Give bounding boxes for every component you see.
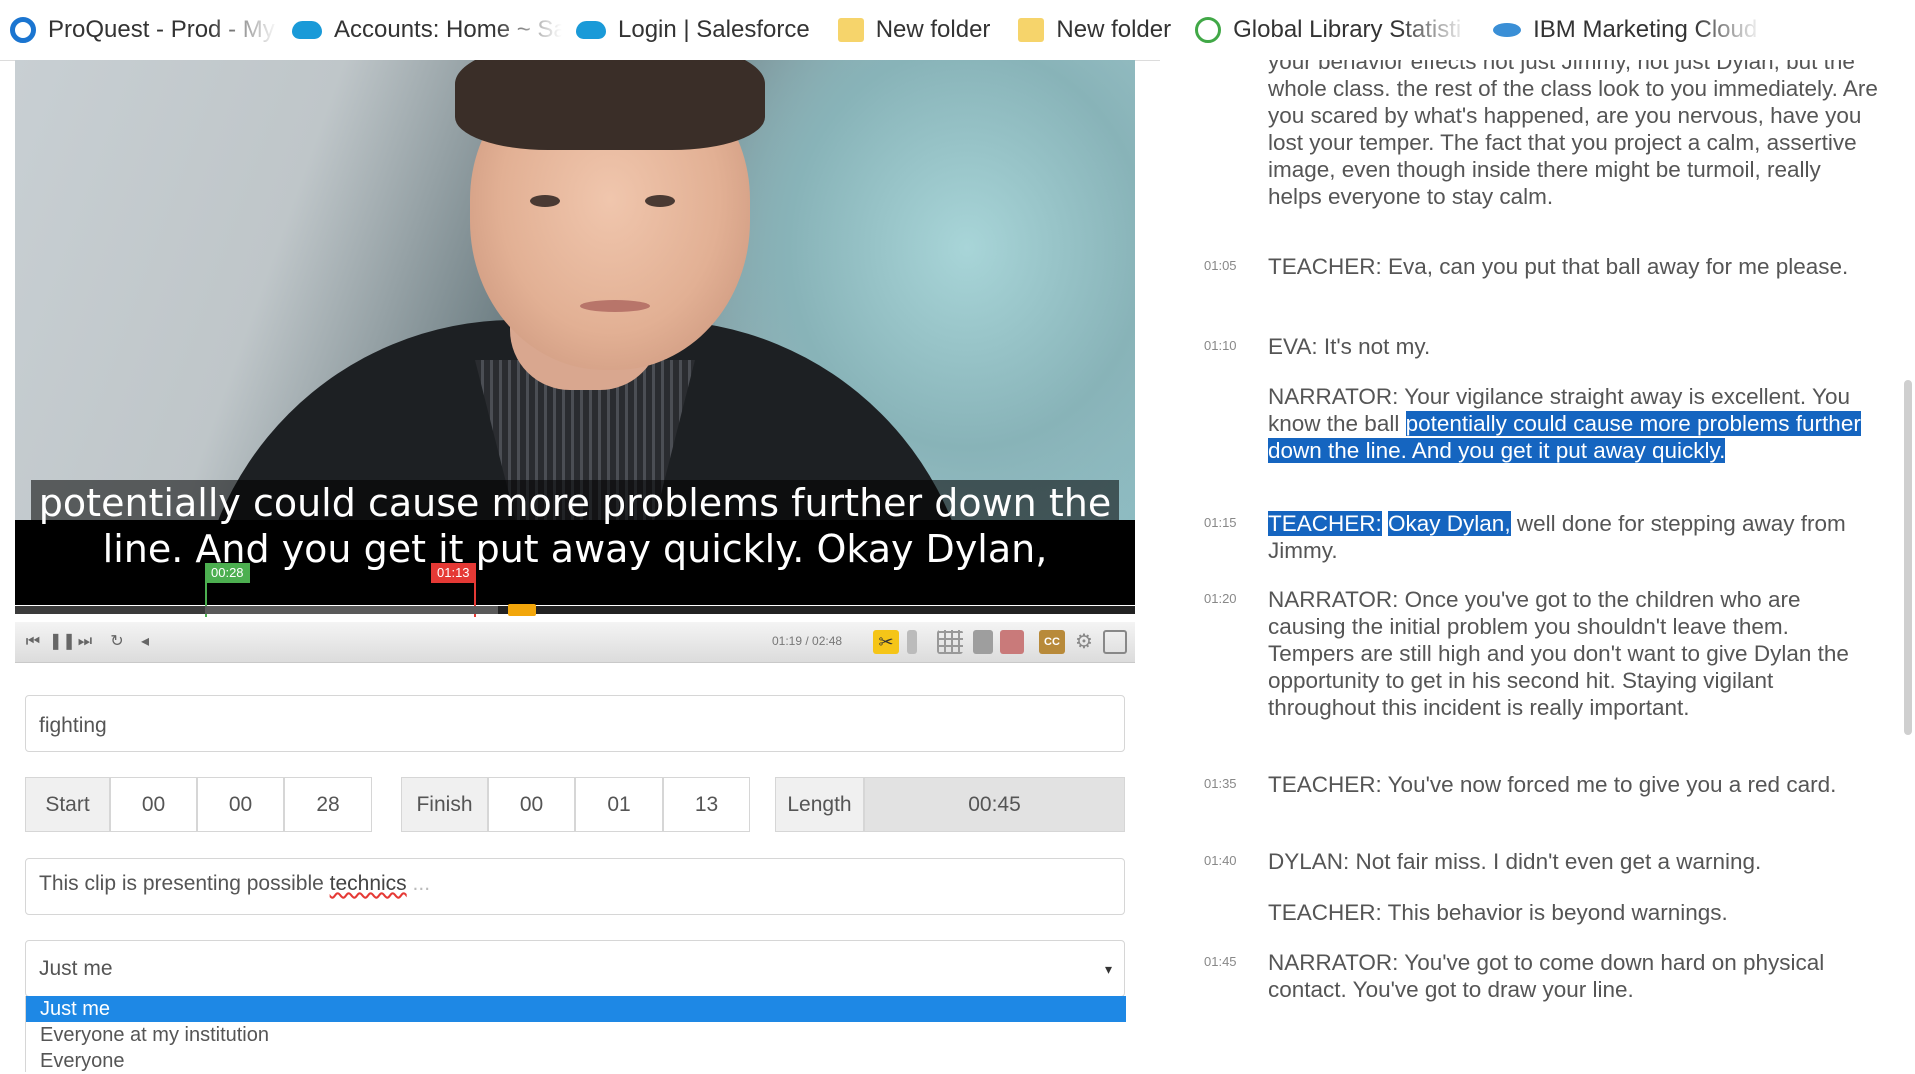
subtitle-line-1: potentially could cause more problems fu… bbox=[30, 480, 1120, 526]
bookmark-new-folder-2[interactable]: New folder bbox=[1004, 0, 1185, 60]
fullscreen-icon[interactable] bbox=[1103, 630, 1127, 654]
grid-view-icon[interactable] bbox=[937, 630, 963, 654]
speaker-eye bbox=[530, 195, 560, 207]
transcript-view-icon[interactable] bbox=[1000, 630, 1024, 654]
start-minutes-input[interactable]: 00 bbox=[197, 777, 284, 832]
bookmark-label: Global Library Statisti bbox=[1233, 16, 1462, 43]
bookmark-label: ProQuest - Prod - My bbox=[48, 16, 275, 43]
start-seconds-input[interactable]: 28 bbox=[284, 777, 372, 832]
length-label: Length bbox=[775, 777, 864, 832]
bookmark-ibm-marketing[interactable]: IBM Marketing Cloud bbox=[1483, 0, 1777, 60]
clip-start-marker[interactable]: 00:28 bbox=[205, 563, 250, 617]
share-option-everyone[interactable]: Everyone bbox=[26, 1048, 1126, 1074]
transcript-text: DYLAN: Not fair miss. I didn't even get … bbox=[1268, 849, 1762, 874]
transcript-highlight: Okay Dylan, bbox=[1388, 511, 1511, 536]
transcript-text: TEACHER: This behavior is beyond warning… bbox=[1268, 900, 1728, 925]
start-label: Start bbox=[25, 777, 110, 832]
closed-captions-icon[interactable]: CC bbox=[1039, 630, 1065, 654]
replay-icon[interactable]: ↻ bbox=[107, 632, 127, 652]
pause-icon[interactable]: ❚❚ bbox=[49, 632, 76, 652]
bookmark-proquest[interactable]: ProQuest - Prod - My bbox=[0, 0, 292, 60]
bookmark-label: Accounts: Home ~ Sa bbox=[334, 16, 562, 43]
description-ellipsis: ... bbox=[406, 872, 431, 895]
progress-bar[interactable] bbox=[15, 604, 1135, 616]
share-options-list: Just me Everyone at my institution Every… bbox=[25, 996, 1126, 1072]
bookmark-global-library[interactable]: Global Library Statisti bbox=[1185, 0, 1483, 60]
ibm-cloud-icon bbox=[1493, 23, 1522, 37]
previous-icon[interactable]: ⏮ bbox=[23, 632, 43, 652]
transcript-timestamp[interactable]: 01:15 bbox=[1204, 515, 1237, 530]
transcript-timestamp[interactable]: 01:40 bbox=[1204, 853, 1237, 868]
proquest-icon bbox=[10, 17, 36, 43]
clip-range bbox=[205, 606, 498, 614]
salesforce-cloud-icon bbox=[576, 21, 606, 39]
finish-seconds-input[interactable]: 13 bbox=[663, 777, 750, 832]
misspelled-word: technics bbox=[329, 872, 407, 895]
video-frame[interactable]: potentially could cause more problems fu… bbox=[15, 60, 1135, 605]
salesforce-cloud-icon bbox=[292, 21, 322, 39]
transcript-text: TEACHER: Eva, can you put that ball away… bbox=[1268, 254, 1849, 279]
transcript-text: TEACHER: Okay Dylan, well done for stepp… bbox=[1268, 510, 1878, 564]
transcript-text: your behavior effects not just Jimmy, no… bbox=[1268, 60, 1878, 209]
clip-tool-icon[interactable]: ✂ bbox=[873, 630, 899, 654]
time-readout: 01:19 / 02:48 bbox=[772, 634, 843, 648]
speaker-eye bbox=[645, 195, 675, 207]
description-text: This clip is presenting possible bbox=[39, 872, 330, 895]
next-icon[interactable]: ⏭ bbox=[75, 632, 95, 652]
bookmark-label: New folder bbox=[1056, 16, 1172, 43]
dropdown-caret-icon: ▾ bbox=[1104, 961, 1112, 977]
transcript-panel: your behavior effects not just Jimmy, no… bbox=[1160, 60, 1915, 1072]
video-subtitle: potentially could cause more problems fu… bbox=[15, 480, 1135, 572]
transcript-text: EVA: It's not my. bbox=[1268, 334, 1431, 359]
playhead[interactable] bbox=[508, 604, 536, 616]
transcript-timestamp[interactable]: 01:45 bbox=[1204, 954, 1237, 969]
length-value: 00:45 bbox=[864, 777, 1125, 832]
finish-hours-input[interactable]: 00 bbox=[488, 777, 575, 832]
clip-tag-value: fighting bbox=[39, 714, 107, 737]
share-visibility-select[interactable]: Just me ▾ bbox=[25, 940, 1125, 997]
folder-icon bbox=[1018, 18, 1045, 42]
transcript-scrollbar[interactable] bbox=[1904, 380, 1912, 735]
finish-minutes-input[interactable]: 01 bbox=[575, 777, 663, 832]
transcript-timestamp[interactable]: 01:05 bbox=[1204, 258, 1237, 273]
list-view-icon[interactable] bbox=[973, 630, 993, 654]
bookmark-login-salesforce[interactable]: Login | Salesforce bbox=[576, 0, 824, 60]
folder-icon bbox=[837, 18, 864, 42]
bookmark-accounts-home[interactable]: Accounts: Home ~ Sa bbox=[292, 0, 576, 60]
transcript-text: NARRATOR: Once you've got to the childre… bbox=[1268, 587, 1849, 720]
share-option-institution[interactable]: Everyone at my institution bbox=[26, 1022, 1126, 1048]
transcript-text: NARRATOR: Your vigilance straight away i… bbox=[1268, 383, 1878, 464]
transcript-timestamp[interactable]: 01:35 bbox=[1204, 776, 1237, 791]
bookmark-label: New folder bbox=[875, 16, 991, 43]
clip-end-marker[interactable]: 01:13 bbox=[431, 563, 476, 617]
transcript-text: TEACHER: You've now forced me to give yo… bbox=[1268, 772, 1837, 797]
transcript-highlight: TEACHER: bbox=[1268, 511, 1382, 536]
share-selected-value: Just me bbox=[39, 957, 113, 980]
speaker-mouth bbox=[580, 300, 650, 312]
share-option-just-me[interactable]: Just me bbox=[26, 996, 1126, 1022]
bookmark-tool-icon[interactable] bbox=[907, 630, 917, 654]
bookmark-label: Login | Salesforce bbox=[618, 16, 810, 43]
bookmarks-bar: ProQuest - Prod - My Accounts: Home ~ Sa… bbox=[0, 0, 1915, 61]
start-hours-input[interactable]: 00 bbox=[110, 777, 197, 832]
transcript-timestamp[interactable]: 01:10 bbox=[1204, 338, 1237, 353]
bookmark-label: IBM Marketing Cloud bbox=[1533, 16, 1758, 43]
bookmark-new-folder-1[interactable]: New folder bbox=[824, 0, 1005, 60]
transcript-text: NARRATOR: You've got to come down hard o… bbox=[1268, 950, 1825, 1002]
clip-description-textarea[interactable]: This clip is presenting possible technic… bbox=[25, 858, 1125, 915]
speaker-hair bbox=[455, 60, 765, 150]
player-controls: ⏮ ❚❚ ⏭ ↻ ◂ 01:19 / 02:48 ✂ CC ⚙ bbox=[15, 622, 1135, 663]
transcript-timestamp[interactable]: 01:20 bbox=[1204, 591, 1237, 606]
finish-label: Finish bbox=[401, 777, 488, 832]
settings-gear-icon[interactable]: ⚙ bbox=[1073, 630, 1095, 654]
global-library-icon bbox=[1195, 17, 1222, 43]
volume-icon[interactable]: ◂ bbox=[135, 632, 155, 652]
clip-tag-input[interactable]: fighting bbox=[25, 695, 1125, 752]
